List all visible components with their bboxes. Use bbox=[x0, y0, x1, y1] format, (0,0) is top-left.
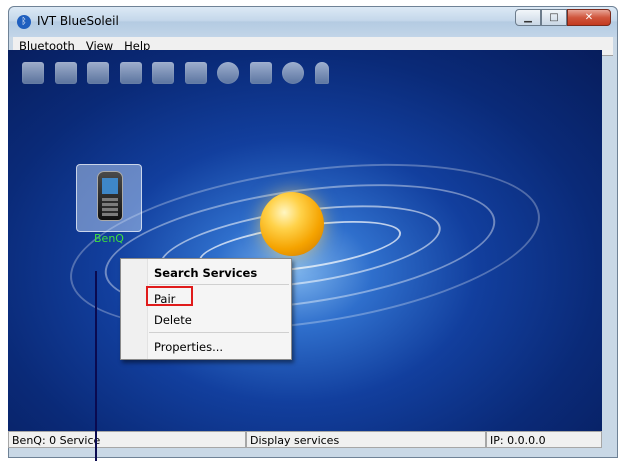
status-device-services: BenQ: 0 Service bbox=[8, 431, 246, 448]
menu-item-search-services[interactable]: Search Services bbox=[154, 266, 257, 280]
status-bar: BenQ: 0 Service Display services IP: 0.0… bbox=[8, 431, 602, 448]
device-label: BenQ bbox=[94, 232, 124, 245]
menu-item-properties[interactable]: Properties... bbox=[154, 340, 223, 354]
phone-icon[interactable] bbox=[249, 62, 272, 84]
maximize-icon: □ bbox=[549, 12, 559, 23]
context-menu: Search Services Pair Delete Properties..… bbox=[120, 258, 292, 360]
minimize-button[interactable]: ▁ bbox=[515, 9, 541, 26]
earpiece-icon[interactable] bbox=[314, 62, 329, 84]
pair-highlight-box bbox=[146, 286, 193, 306]
window-title: IVT BlueSoleil bbox=[37, 14, 119, 28]
network-access-icon[interactable] bbox=[22, 62, 44, 84]
menu-item-delete[interactable]: Delete bbox=[154, 313, 192, 327]
headset-icon[interactable] bbox=[282, 62, 304, 84]
service-toolbar bbox=[22, 62, 339, 84]
mouse-icon[interactable] bbox=[217, 62, 239, 84]
device-benq[interactable] bbox=[76, 164, 142, 232]
close-button[interactable]: ✕ bbox=[567, 9, 611, 26]
business-card-icon[interactable] bbox=[152, 62, 174, 84]
annotation-pointer-line bbox=[95, 271, 97, 461]
file-transfer-icon[interactable] bbox=[119, 62, 142, 84]
close-icon: ✕ bbox=[584, 12, 594, 23]
bluetooth-icon: ᛒ bbox=[17, 15, 31, 29]
maximize-button[interactable]: □ bbox=[541, 9, 567, 26]
status-ip: IP: 0.0.0.0 bbox=[486, 431, 602, 448]
lan-access-icon[interactable] bbox=[54, 62, 77, 84]
mobile-phone-icon bbox=[97, 171, 123, 221]
printer-icon[interactable] bbox=[184, 62, 207, 84]
minimize-icon: ▁ bbox=[524, 12, 532, 23]
status-display-services: Display services bbox=[246, 431, 486, 448]
title-bar[interactable]: ᛒ IVT BlueSoleil ▁ □ ✕ bbox=[9, 7, 617, 37]
local-device-sphere[interactable] bbox=[260, 192, 324, 256]
fax-icon[interactable] bbox=[87, 62, 109, 84]
